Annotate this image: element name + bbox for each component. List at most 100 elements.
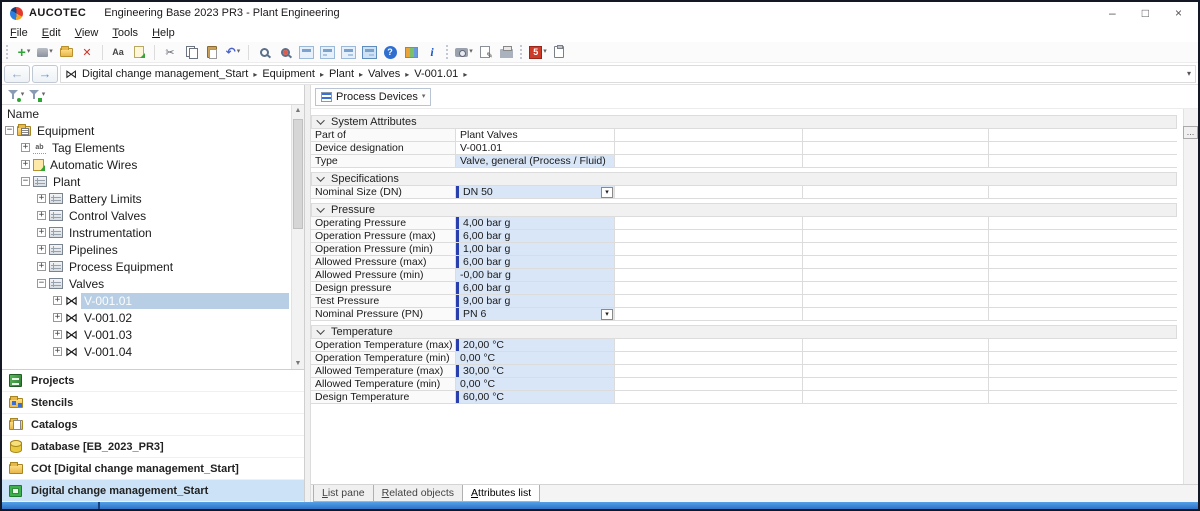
attr-cell-empty[interactable] [803,295,989,307]
attr-cell-empty[interactable] [803,243,989,255]
import-button[interactable] [130,43,148,61]
attr-cell-empty[interactable] [989,308,1177,320]
report-button[interactable] [476,43,494,61]
nav-item-catalogs[interactable]: Catalogs [2,414,304,436]
scrollbar-thumb[interactable] [293,119,303,229]
attr-value[interactable]: 6,00 bar g [456,230,615,242]
chevron-down-icon[interactable]: ▾ [49,48,53,56]
attr-value[interactable]: -0,00 bar g [456,269,615,281]
attr-cell-empty[interactable] [989,129,1177,141]
expand-box-icon[interactable]: + [37,245,46,254]
chevron-down-icon[interactable]: ▾ [469,48,473,56]
expand-box-icon[interactable]: + [53,330,62,339]
tab-related-objects[interactable]: Related objects [373,485,463,502]
collapse-box-icon[interactable]: − [21,177,30,186]
section-header-temperature[interactable]: Temperature [311,325,1177,339]
view-swap-button[interactable] [339,43,357,61]
tree-item-v-001-01[interactable]: +⋈V-001.01 [2,292,291,309]
attr-cell-empty[interactable] [615,365,803,377]
attr-cell-empty[interactable] [989,217,1177,229]
attr-value[interactable]: 9,00 bar g [456,295,615,307]
back-button[interactable]: ← [4,65,30,83]
attr-value[interactable]: Valve, general (Process / Fluid) [456,155,615,167]
attr-cell-empty[interactable] [615,256,803,268]
collapse-box-icon[interactable]: − [5,126,14,135]
attribute-group-selector[interactable]: Process Devices ▾ [315,88,431,106]
menu-help[interactable]: Help [152,27,175,39]
attr-value[interactable]: 0,00 °C [456,352,615,364]
chevron-down-icon[interactable]: ▾ [21,91,25,99]
attr-cell-empty[interactable] [803,391,989,403]
menu-edit[interactable]: Edit [42,27,61,39]
section-header-pressure[interactable]: Pressure [311,203,1177,217]
toolbar-grip[interactable] [520,45,524,59]
attr-cell-empty[interactable] [989,243,1177,255]
print-button[interactable] [497,43,515,61]
filter-settings-button[interactable]: ▾ [28,86,46,104]
tree-item-tag-elements[interactable]: +abTag Elements [2,139,291,156]
attr-cell-empty[interactable] [615,142,803,154]
attr-cell-empty[interactable] [989,155,1177,167]
section-header-system-attributes[interactable]: System Attributes [311,115,1177,129]
expand-box-icon[interactable]: + [53,347,62,356]
undo-button[interactable]: ↶▾ [224,43,242,61]
expand-box-icon[interactable]: + [21,160,30,169]
help-button[interactable]: ? [381,43,399,61]
stamp-button[interactable]: ▾ [36,43,54,61]
tab-attributes-list[interactable]: Attributes list [462,485,540,502]
nav-item-cot-digital-change-management-start[interactable]: COt [Digital change management_Start] [2,458,304,480]
chevron-down-icon[interactable]: ▾ [543,48,547,56]
attr-cell-empty[interactable] [989,256,1177,268]
tab-list-pane[interactable]: List pane [313,485,374,502]
attr-cell-empty[interactable] [989,352,1177,364]
attr-cell-empty[interactable] [615,243,803,255]
nav-item-database-eb-2023-pr3[interactable]: Database [EB_2023_PR3] [2,436,304,458]
chevron-down-icon[interactable]: ▾ [422,93,426,101]
view-pane-button[interactable] [360,43,378,61]
attr-cell-empty[interactable] [615,230,803,242]
attr-cell-empty[interactable] [615,308,803,320]
tree-item-automatic-wires[interactable]: +Automatic Wires [2,156,291,173]
attr-cell-empty[interactable] [615,269,803,281]
toolbar-grip[interactable] [446,45,450,59]
attr-cell-empty[interactable] [803,142,989,154]
attr-cell-empty[interactable] [615,217,803,229]
attr-cell-empty[interactable] [615,155,803,167]
attr-cell-empty[interactable] [803,129,989,141]
expand-box-icon[interactable]: + [53,313,62,322]
attr-cell-empty[interactable] [803,365,989,377]
breadcrumb-item-valves[interactable]: Valves [367,68,401,80]
filter-add-button[interactable]: ▾ [7,86,25,104]
attr-value[interactable]: 60,00 °C [456,391,615,403]
attr-cell-empty[interactable] [803,308,989,320]
chevron-down-icon[interactable]: ▾ [27,48,31,56]
info-button[interactable]: i [423,43,441,61]
attr-cell-empty[interactable] [803,186,989,198]
attr-cell-empty[interactable] [615,352,803,364]
attr-cell-empty[interactable] [615,186,803,198]
menu-file[interactable]: File [10,27,28,39]
view-split-button[interactable] [318,43,336,61]
attr-value[interactable]: Plant Valves [456,129,615,141]
attr-cell-empty[interactable] [803,155,989,167]
zoom-selection-button[interactable] [276,43,294,61]
expand-box-icon[interactable]: + [37,262,46,271]
attr-cell-empty[interactable] [803,217,989,229]
tree-item-v-001-02[interactable]: +⋈V-001.02 [2,309,291,326]
expand-box-icon[interactable]: + [37,194,46,203]
attr-cell-empty[interactable] [803,282,989,294]
attr-cell-empty[interactable] [989,186,1177,198]
minimize-button[interactable]: – [1109,7,1116,19]
expand-box-icon[interactable]: + [37,211,46,220]
tree-item-process-equipment[interactable]: +Process Equipment [2,258,291,275]
copy-button[interactable] [182,43,200,61]
tree-item-v-001-03[interactable]: +⋈V-001.03 [2,326,291,343]
toolbar-grip[interactable] [6,45,10,59]
tree-item-plant[interactable]: −Plant [2,173,291,190]
attr-cell-empty[interactable] [803,352,989,364]
attr-cell-empty[interactable] [615,129,803,141]
tree-item-battery-limits[interactable]: +Battery Limits [2,190,291,207]
scroll-up-icon[interactable]: ▲ [292,107,304,114]
attr-cell-empty[interactable] [803,256,989,268]
breadcrumb-item-v-001-01[interactable]: V-001.01 [413,68,459,80]
